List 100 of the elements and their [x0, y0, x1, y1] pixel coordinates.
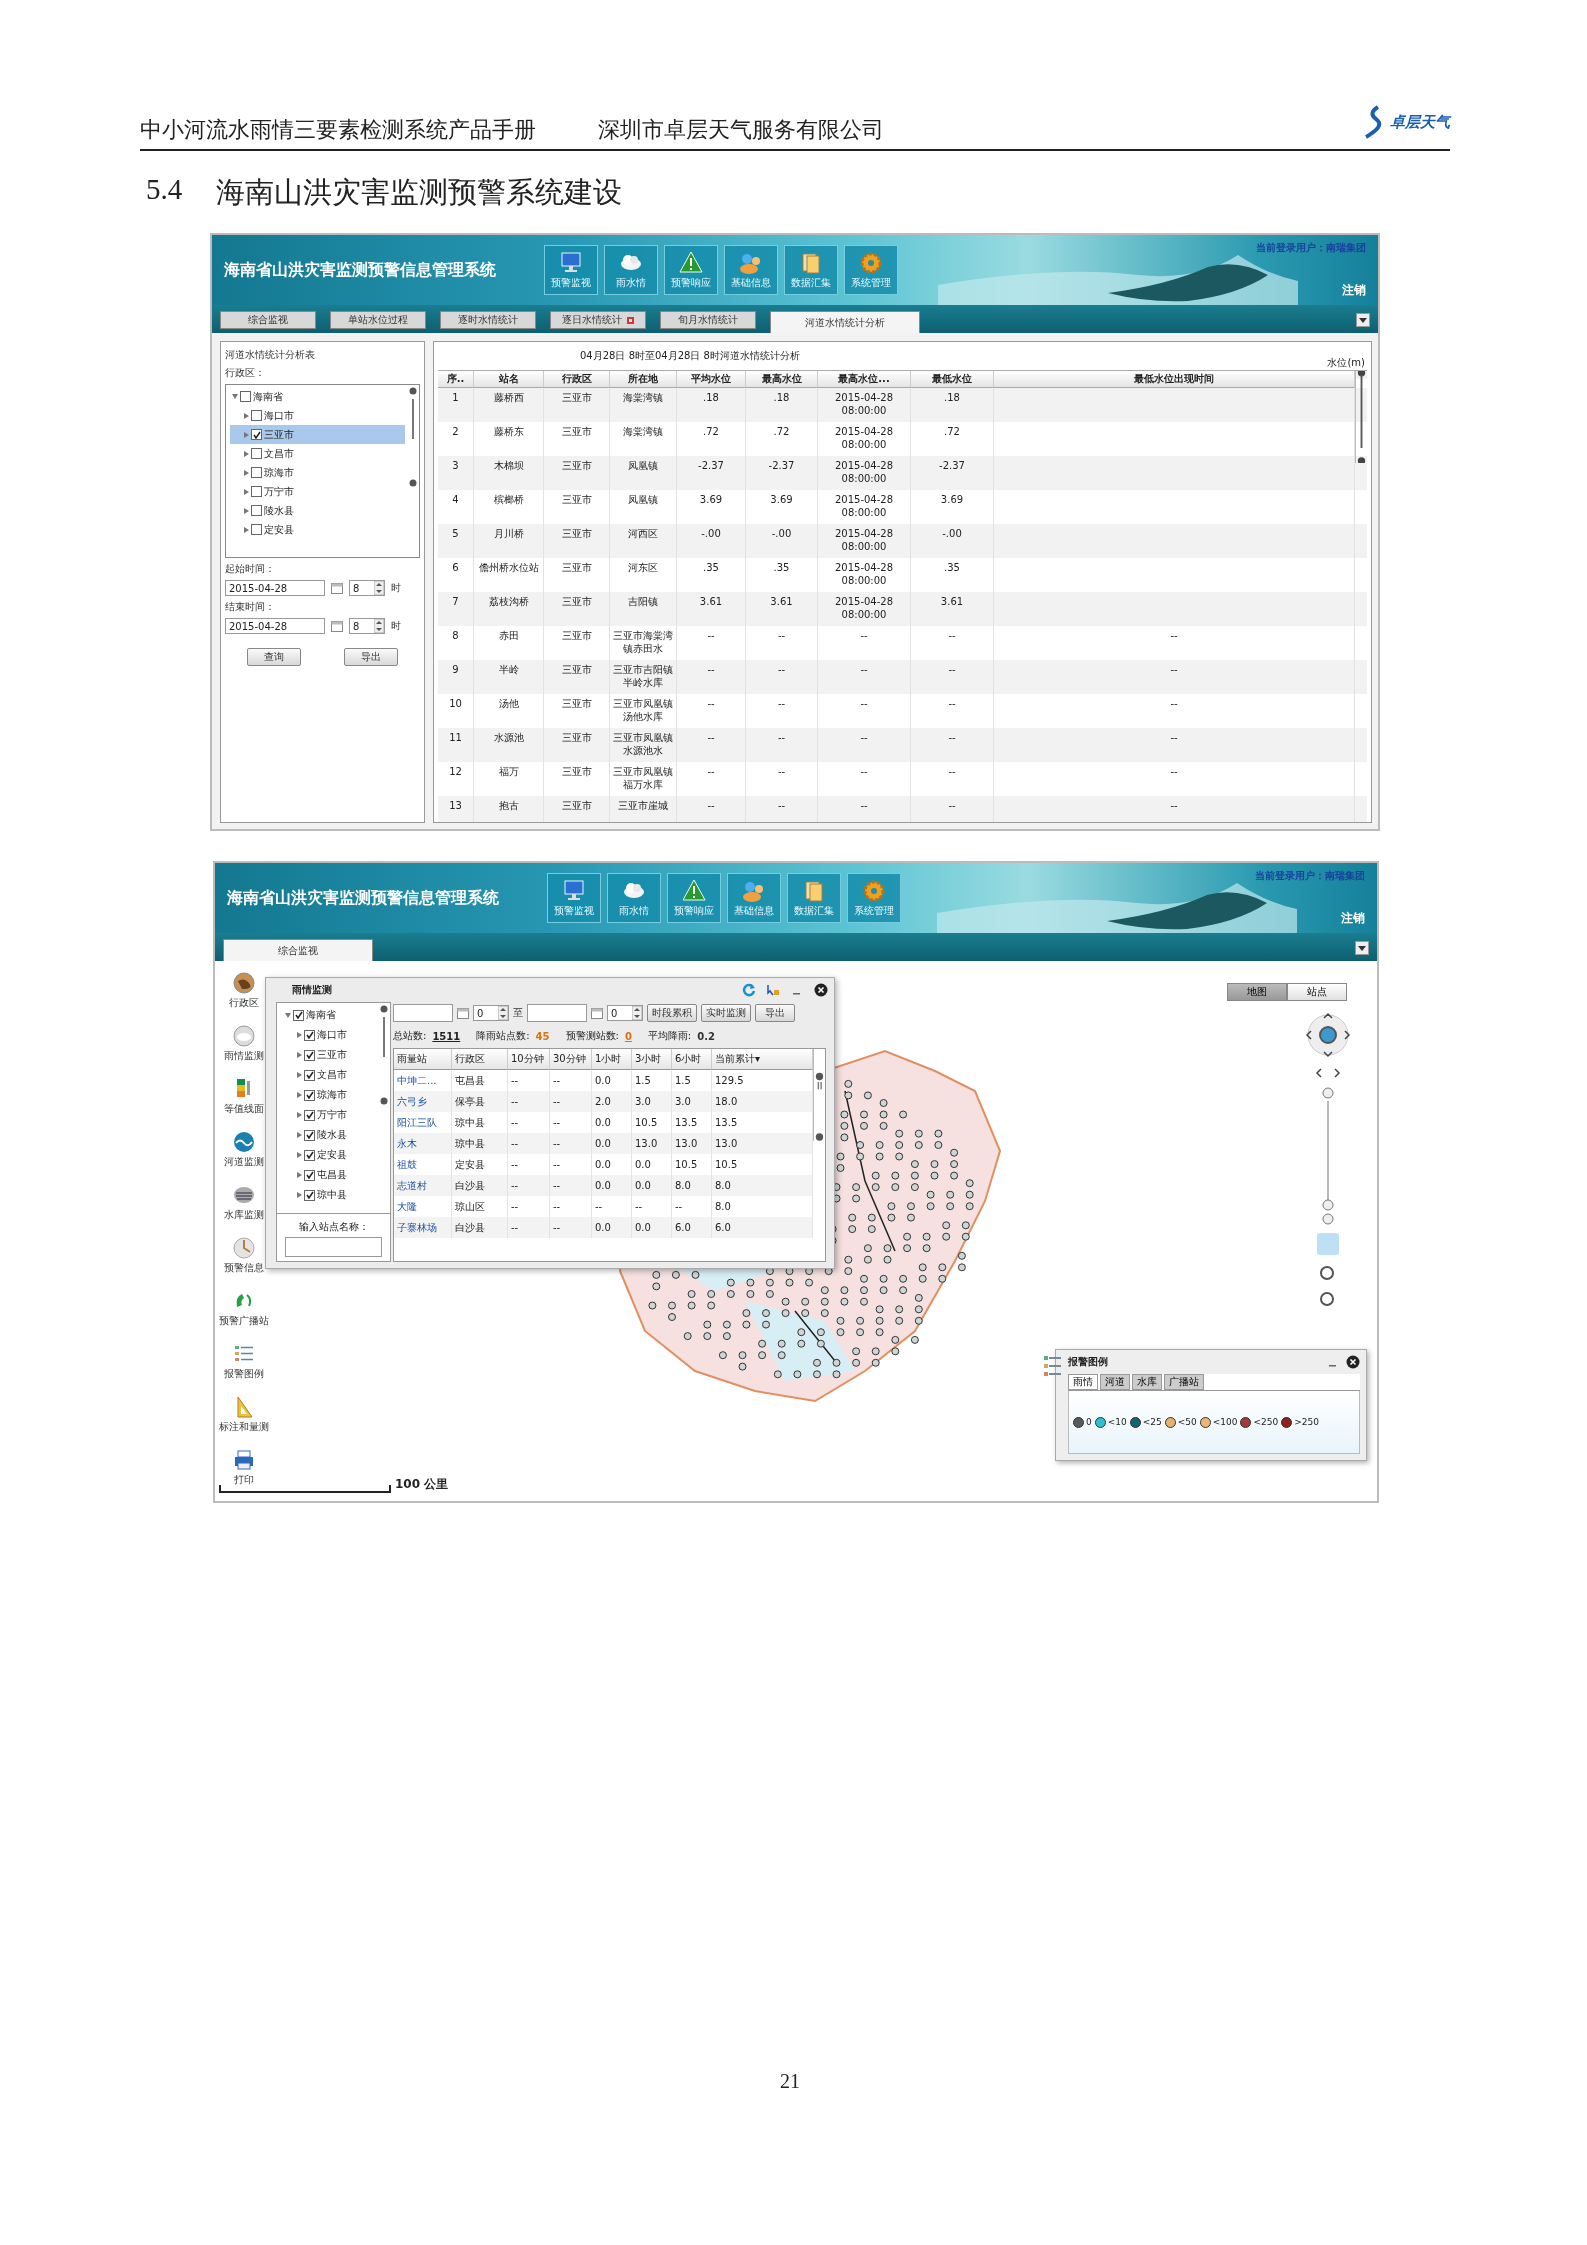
scale-label: 100 公里	[395, 1476, 449, 1493]
tree-label: 陵水县	[264, 503, 294, 518]
table-cell: 1	[438, 388, 474, 422]
table-cell: 18.0	[712, 1091, 813, 1112]
table-cell: 3.61	[911, 592, 994, 626]
table-cell: 4	[438, 490, 474, 524]
table-cell: .18	[911, 388, 994, 422]
table-cell: --	[818, 660, 911, 694]
document-title: 中小河流水雨情三要素检测系统产品手册	[140, 116, 536, 144]
table-cell: .18	[746, 388, 818, 422]
table-cell: 吉阳镇	[610, 592, 677, 626]
tree-label: 琼海市	[264, 465, 294, 480]
table-cell: 13.0	[672, 1133, 712, 1154]
table-cell: -.00	[677, 524, 746, 558]
table-cell: .35	[746, 558, 818, 592]
table-cell: 0.0	[632, 1175, 672, 1196]
table-cell: --	[550, 1091, 592, 1112]
end-time-label: 结束时间：	[225, 600, 276, 614]
table-cell: 13	[438, 796, 474, 822]
table-cell: 3.69	[677, 490, 746, 524]
table-cell: 三亚市凤凰镇水源池水	[610, 728, 677, 762]
tree-label: 三亚市	[264, 427, 294, 442]
table-cell: 12	[438, 762, 474, 796]
tree-label: 文昌市	[264, 446, 294, 461]
table-cell: 槟榔桥	[474, 490, 544, 524]
table-cell: 白沙县	[452, 1217, 508, 1238]
table-cell: -.00	[911, 524, 994, 558]
table-cell: 月川桥	[474, 524, 544, 558]
table-cell: 河西区	[610, 524, 677, 558]
table-cell: 10	[438, 694, 474, 728]
table-cell: 河东区	[610, 558, 677, 592]
stat-label: 降雨站点数:	[476, 1029, 530, 1043]
table-cell: 水源池	[474, 728, 544, 762]
table-cell: 0.0	[592, 1175, 632, 1196]
table-cell: 2	[438, 422, 474, 456]
table-cell: --	[994, 694, 1355, 728]
table-cell: --	[746, 796, 818, 822]
stat-label: 平均降雨:	[647, 1029, 692, 1043]
tree-label: 万宁市	[264, 484, 294, 499]
stat-value: 1511	[432, 1030, 461, 1042]
table-cell: 6	[438, 558, 474, 592]
table-cell: 凤凰镇	[610, 456, 677, 490]
tree-label: 海南省	[253, 389, 283, 404]
table-cell: 白沙县	[452, 1175, 508, 1196]
legend-label: <25	[1142, 1417, 1162, 1427]
table-cell: 11	[438, 728, 474, 762]
tree-label: 定安县	[317, 1148, 347, 1162]
table-cell: 2015-04-28 08:00:00	[818, 490, 911, 524]
table-cell: .18	[677, 388, 746, 422]
stat-value: 45	[535, 1030, 550, 1042]
page-number: 21	[780, 2070, 800, 2093]
section-number: 5.4	[146, 173, 183, 207]
table-cell: --	[994, 626, 1355, 660]
table-cell: 0.0	[592, 1133, 632, 1154]
table-cell: 0.0	[592, 1217, 632, 1238]
table-cell: 藤桥西	[474, 388, 544, 422]
table-cell: --	[677, 796, 746, 822]
table-cell: 三亚市	[544, 388, 610, 422]
company-name: 深圳市卓层天气服务有限公司	[598, 116, 884, 144]
table-cell: --	[911, 660, 994, 694]
table-cell: 2.0	[592, 1091, 632, 1112]
table-cell: 三亚市	[544, 728, 610, 762]
table-cell: 三亚市	[544, 694, 610, 728]
unit-label: 水位(m)	[1327, 356, 1365, 370]
table-cell: 9	[438, 660, 474, 694]
table-cell: 半岭	[474, 660, 544, 694]
table-cell: 儋州桥水位站	[474, 558, 544, 592]
table-cell: 13.0	[632, 1133, 672, 1154]
legend-label: <50	[1177, 1417, 1197, 1427]
table-cell: 3	[438, 456, 474, 490]
table-cell: --	[677, 660, 746, 694]
tree-label: 海口市	[317, 1028, 347, 1042]
table-cell: 三亚市	[544, 422, 610, 456]
table-caption: 04月28日 8时至04月28日 8时河道水情统计分析	[580, 349, 800, 363]
range-separator: 至	[513, 1006, 523, 1020]
table-cell: -2.37	[911, 456, 994, 490]
table-cell: --	[746, 694, 818, 728]
table-cell: 赤田	[474, 626, 544, 660]
table-cell: --	[746, 660, 818, 694]
current-user: 当前登录用户：南瑞集团	[1256, 241, 1366, 255]
table-cell: 2015-04-28 08:00:00	[818, 524, 911, 558]
table-cell: .72	[677, 422, 746, 456]
table-cell: 木棉坝	[474, 456, 544, 490]
table-cell: 琼中县	[452, 1133, 508, 1154]
table-cell: 2015-04-28 08:00:00	[818, 592, 911, 626]
table-cell: 3.61	[746, 592, 818, 626]
table-cell: --	[677, 728, 746, 762]
window-title: 雨情监测	[292, 983, 332, 997]
table-cell: 三亚市凤凰镇福万水库	[610, 762, 677, 796]
table-cell: --	[911, 728, 994, 762]
app-title: 海南省山洪灾害监测预警信息管理系统	[224, 259, 497, 281]
table-cell: 三亚市凤凰镇汤他水库	[610, 694, 677, 728]
table-cell: 3.69	[746, 490, 818, 524]
table-cell: 2015-04-28 08:00:00	[818, 388, 911, 422]
window-title: 报警图例	[1068, 1355, 1108, 1369]
logo-text: 卓层天气	[1390, 112, 1450, 132]
table-cell: --	[818, 762, 911, 796]
legend-label: <100	[1212, 1417, 1238, 1427]
table-cell: 三亚市	[544, 762, 610, 796]
tree-label: 琼中县	[317, 1188, 347, 1202]
